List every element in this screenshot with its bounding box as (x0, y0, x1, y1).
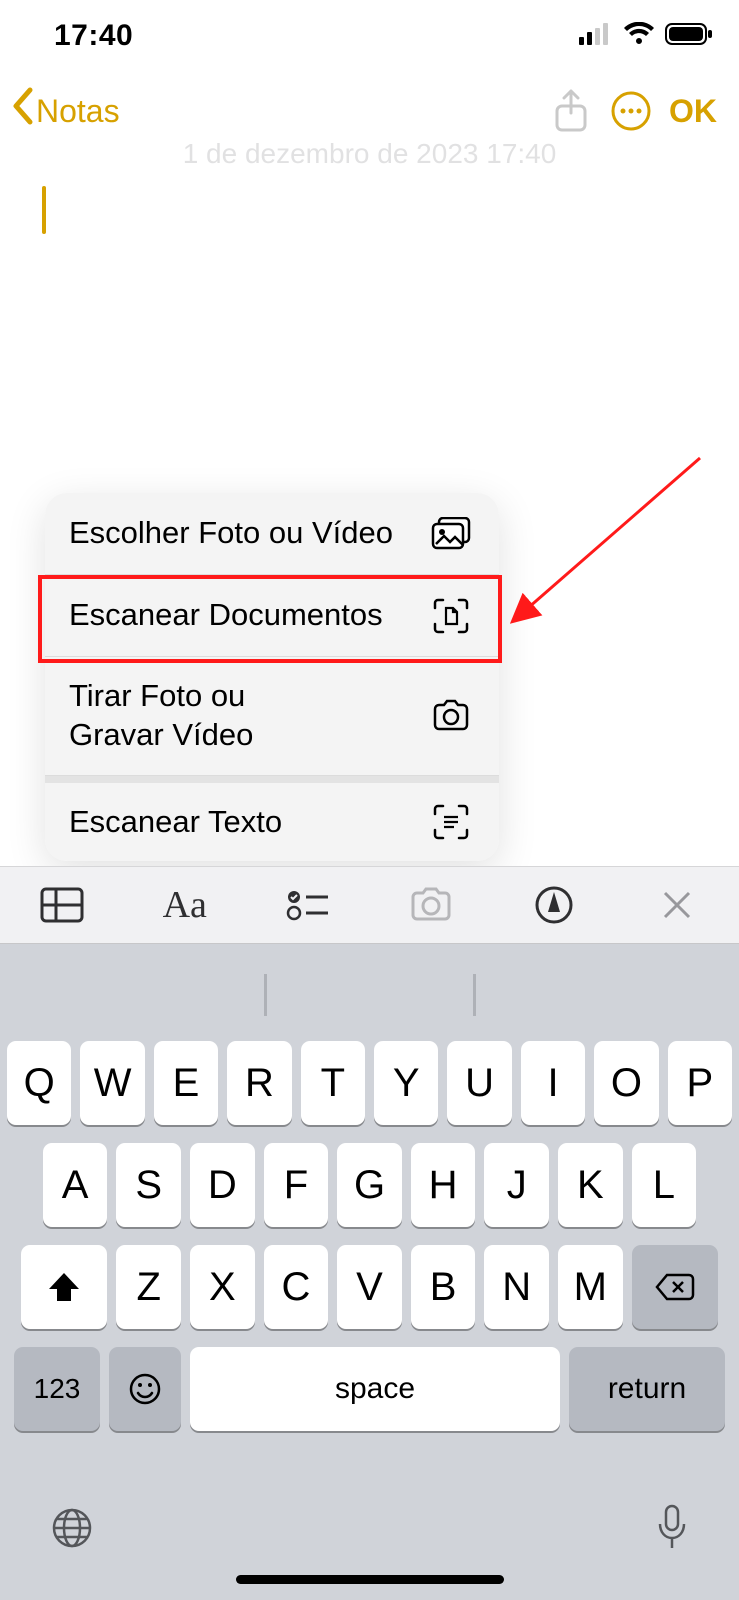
status-bar: 17:40 (0, 0, 739, 72)
back-button[interactable]: Notas (10, 86, 120, 136)
battery-icon (665, 22, 713, 51)
key-z[interactable]: Z (116, 1245, 181, 1329)
doc-scan-icon (429, 597, 473, 635)
back-label: Notas (36, 93, 120, 130)
menu-item-take-photo[interactable]: Tirar Foto ou Gravar Vídeo (45, 657, 499, 776)
key-o[interactable]: O (594, 1041, 658, 1125)
globe-button[interactable] (50, 1506, 94, 1555)
menu-item-label: Escanear Texto (69, 803, 282, 842)
key-k[interactable]: K (558, 1143, 623, 1227)
key-t[interactable]: T (301, 1041, 365, 1125)
key-c[interactable]: C (264, 1245, 329, 1329)
text-scan-icon (429, 803, 473, 841)
emoji-icon (128, 1372, 162, 1406)
share-button[interactable] (543, 83, 599, 139)
backspace-icon (655, 1272, 695, 1302)
key-m[interactable]: M (558, 1245, 623, 1329)
key-v[interactable]: V (337, 1245, 402, 1329)
key-l[interactable]: L (632, 1143, 697, 1227)
text-cursor (42, 186, 46, 234)
key-s[interactable]: S (116, 1143, 181, 1227)
key-a[interactable]: A (43, 1143, 108, 1227)
camera-context-menu: Escolher Foto ou Vídeo Escanear Document… (45, 493, 499, 861)
key-x[interactable]: X (190, 1245, 255, 1329)
camera-icon (408, 886, 454, 924)
key-f[interactable]: F (264, 1143, 329, 1227)
share-icon (552, 89, 590, 133)
mic-icon (655, 1504, 689, 1552)
annotation-arrow (510, 450, 720, 630)
done-button[interactable]: OK (669, 93, 717, 130)
keyboard-row-1: Q W E R T Y U I O P (7, 1041, 732, 1125)
key-d[interactable]: D (190, 1143, 255, 1227)
key-n[interactable]: N (484, 1245, 549, 1329)
keyboard-row-4: 123 space return (7, 1347, 732, 1431)
more-button[interactable] (603, 83, 659, 139)
menu-item-scan-text[interactable]: Escanear Texto (45, 776, 499, 862)
menu-item-choose-photo[interactable]: Escolher Foto ou Vídeo (45, 493, 499, 575)
note-date: 1 de dezembro de 2023 17:40 (0, 138, 739, 170)
key-w[interactable]: W (80, 1041, 144, 1125)
wifi-icon (623, 22, 655, 51)
markup-icon (534, 885, 574, 925)
shift-icon (47, 1271, 81, 1303)
key-g[interactable]: G (337, 1143, 402, 1227)
key-y[interactable]: Y (374, 1041, 438, 1125)
home-indicator[interactable] (236, 1575, 504, 1584)
markup-button[interactable] (493, 867, 616, 943)
table-button[interactable] (0, 867, 123, 943)
key-delete[interactable] (632, 1245, 718, 1329)
key-shift[interactable] (21, 1245, 107, 1329)
key-j[interactable]: J (484, 1143, 549, 1227)
key-e[interactable]: E (154, 1041, 218, 1125)
key-return[interactable]: return (569, 1347, 725, 1431)
key-h[interactable]: H (411, 1143, 476, 1227)
key-numeric[interactable]: 123 (14, 1347, 100, 1431)
key-b[interactable]: B (411, 1245, 476, 1329)
keyboard-grab-handles (0, 974, 739, 1016)
key-emoji[interactable] (109, 1347, 181, 1431)
cellular-icon (579, 23, 613, 50)
camera-icon (429, 699, 473, 733)
keyboard: Q W E R T Y U I O P A S D F G H J K L Z (0, 944, 739, 1600)
format-toolbar: Aa (0, 866, 739, 944)
menu-item-label: Escolher Foto ou Vídeo (69, 514, 393, 553)
keyboard-row-2: A S D F G H J K L (7, 1143, 732, 1227)
keyboard-row-3: Z X C V B N M (7, 1245, 732, 1329)
close-toolbar-button[interactable] (616, 867, 739, 943)
text-format-button[interactable]: Aa (123, 867, 246, 943)
key-q[interactable]: Q (7, 1041, 71, 1125)
ellipsis-circle-icon (609, 89, 653, 133)
checklist-icon (286, 888, 330, 922)
checklist-button[interactable] (246, 867, 369, 943)
key-p[interactable]: P (668, 1041, 732, 1125)
camera-button[interactable] (370, 867, 493, 943)
dictation-button[interactable] (655, 1504, 689, 1557)
key-u[interactable]: U (447, 1041, 511, 1125)
globe-icon (50, 1506, 94, 1550)
table-icon (40, 887, 84, 923)
close-icon (661, 889, 693, 921)
status-indicators (579, 22, 713, 51)
key-i[interactable]: I (521, 1041, 585, 1125)
menu-item-label: Escanear Documentos (69, 596, 383, 635)
text-format-icon: Aa (163, 883, 207, 927)
key-r[interactable]: R (227, 1041, 291, 1125)
key-space[interactable]: space (190, 1347, 560, 1431)
chevron-left-icon (10, 86, 34, 136)
menu-item-label: Tirar Foto ou Gravar Vídeo (69, 677, 253, 755)
photos-icon (429, 517, 473, 551)
menu-item-scan-documents[interactable]: Escanear Documentos (45, 575, 499, 657)
status-time: 17:40 (54, 19, 133, 53)
